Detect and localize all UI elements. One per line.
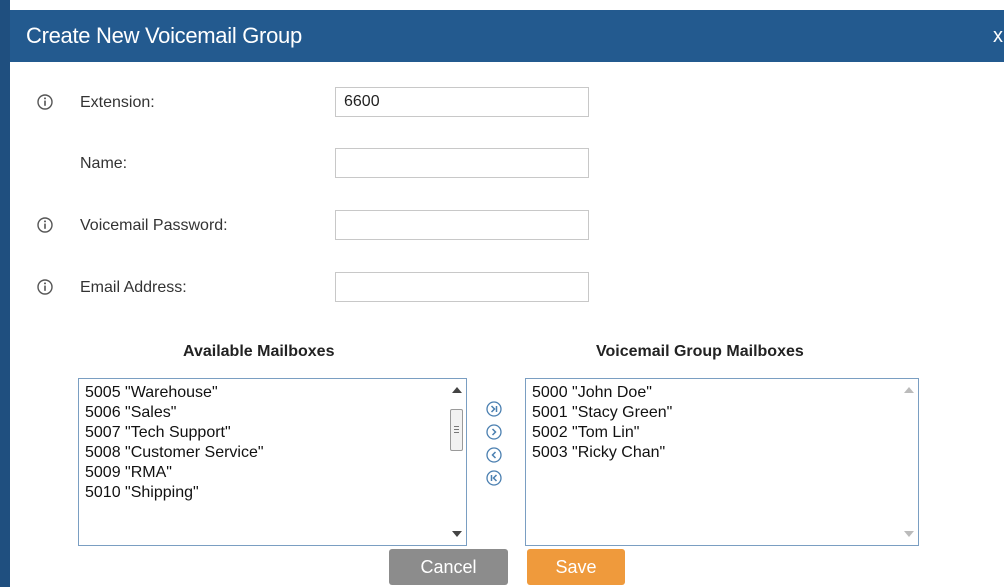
voicemail-group-dialog: Create New Voicemail Group x Extension: … xyxy=(0,0,1004,587)
voicemail-password-field[interactable] xyxy=(335,210,589,240)
extension-field[interactable] xyxy=(335,87,589,117)
list-item[interactable]: 5001 "Stacy Green" xyxy=(532,403,918,423)
email-address-row: Email Address: xyxy=(10,272,1004,304)
dialog-title: Create New Voicemail Group xyxy=(26,23,302,48)
voicemail-password-label: Voicemail Password: xyxy=(80,217,228,234)
name-label: Name: xyxy=(80,155,128,172)
voicemail-password-row: Voicemail Password: xyxy=(10,210,1004,242)
available-mailboxes-title: Available Mailboxes xyxy=(183,343,335,360)
scroll-down-arrow-icon[interactable] xyxy=(904,531,914,537)
info-circle-icon[interactable] xyxy=(37,94,53,110)
list-item[interactable]: 5006 "Sales" xyxy=(85,403,466,423)
move-all-left-icon[interactable] xyxy=(486,470,502,486)
list-item[interactable]: 5000 "John Doe" xyxy=(532,383,918,403)
list-item[interactable]: 5009 "RMA" xyxy=(85,463,466,483)
list-item[interactable]: 5003 "Ricky Chan" xyxy=(532,443,918,463)
cancel-button[interactable]: Cancel xyxy=(389,549,508,585)
info-circle-icon[interactable] xyxy=(37,217,53,233)
group-mailboxes-title: Voicemail Group Mailboxes xyxy=(596,343,804,360)
email-address-field[interactable] xyxy=(335,272,589,302)
dialog-left-edge xyxy=(0,0,10,587)
move-right-icon[interactable] xyxy=(486,424,502,440)
list-item[interactable]: 5010 "Shipping" xyxy=(85,483,466,503)
name-field[interactable] xyxy=(335,148,589,178)
dialog-header: Create New Voicemail Group x xyxy=(10,10,1004,62)
list-item[interactable]: 5005 "Warehouse" xyxy=(85,383,466,403)
scroll-up-arrow-icon[interactable] xyxy=(452,387,462,393)
scroll-up-arrow-icon[interactable] xyxy=(904,387,914,393)
available-mailboxes-list[interactable]: 5005 "Warehouse" 5006 "Sales" 5007 "Tech… xyxy=(78,378,467,546)
email-address-label: Email Address: xyxy=(80,279,187,296)
info-circle-icon[interactable] xyxy=(37,279,53,295)
list-item[interactable]: 5008 "Customer Service" xyxy=(85,443,466,463)
move-left-icon[interactable] xyxy=(486,447,502,463)
name-row: Name: xyxy=(10,148,1004,180)
scroll-thumb[interactable] xyxy=(450,409,463,451)
list-item[interactable]: 5002 "Tom Lin" xyxy=(532,423,918,443)
extension-row: Extension: xyxy=(10,87,1004,119)
save-button[interactable]: Save xyxy=(527,549,625,585)
close-button[interactable]: x xyxy=(993,25,1003,48)
available-list-scrollbar[interactable] xyxy=(448,379,466,545)
move-all-right-icon[interactable] xyxy=(486,401,502,417)
scroll-down-arrow-icon[interactable] xyxy=(452,531,462,537)
group-list-scrollbar[interactable] xyxy=(900,379,918,545)
list-item[interactable]: 5007 "Tech Support" xyxy=(85,423,466,443)
dialog-body: Extension: Name: Voicemail Password: xyxy=(10,62,1004,587)
group-mailboxes-list[interactable]: 5000 "John Doe" 5001 "Stacy Green" 5002 … xyxy=(525,378,919,546)
extension-label: Extension: xyxy=(80,94,155,111)
